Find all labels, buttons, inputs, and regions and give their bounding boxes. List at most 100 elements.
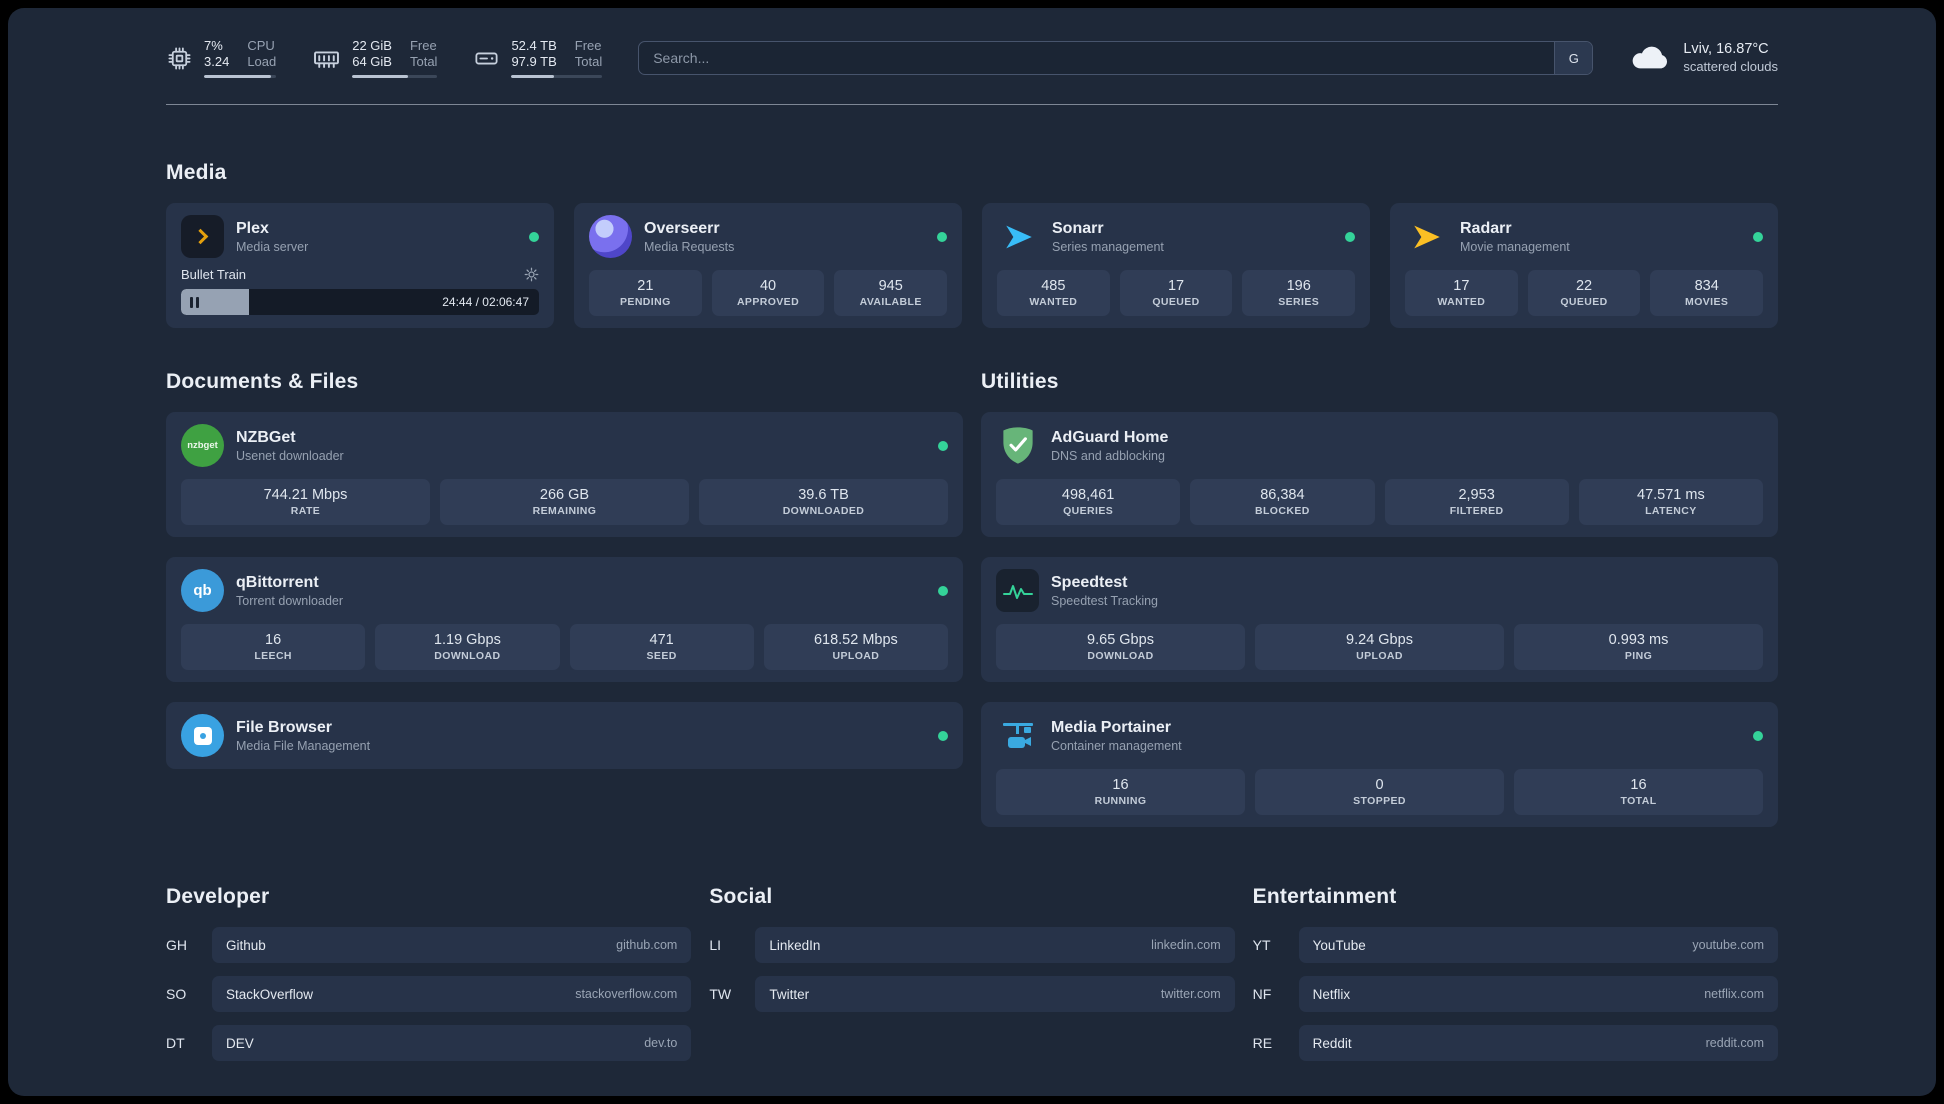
stat-tile: 22 QUEUED <box>1527 270 1641 316</box>
overseerr-stats: 21 PENDING 40 APPROVED 945 AVAILABLE <box>589 270 948 316</box>
stat-value: 945 <box>878 278 903 294</box>
stat-label: BLOCKED <box>1255 505 1310 517</box>
stat-label: UPLOAD <box>832 650 880 662</box>
bookmark-abbr: NF <box>1252 986 1272 1002</box>
developer-section-title: Developer <box>166 885 270 908</box>
bookmark-link-twitter[interactable]: Twitter twitter.com <box>755 976 1235 1012</box>
stat-value: 47.571 ms <box>1637 487 1705 503</box>
bookmark-row: YT YouTube youtube.com <box>1253 927 1778 963</box>
utilities-section-title: Utilities <box>981 370 1059 393</box>
bookmark-abbr: SO <box>166 986 187 1002</box>
search-engine-button[interactable]: G <box>1554 42 1593 74</box>
status-dot <box>938 730 948 741</box>
qbittorrent-card[interactable]: qb qBittorrent Torrent downloader 16 LEE… <box>166 557 963 682</box>
documents-cards: nzbget NZBGet Usenet downloader 744.21 M… <box>166 412 963 769</box>
portainer-icon <box>996 714 1039 757</box>
sonarr-card-header: Sonarr Series management <box>997 215 1355 258</box>
portainer-card[interactable]: Media Portainer Container management 16 … <box>981 702 1778 827</box>
radarr-card-header: Radarr Movie management <box>1405 215 1763 258</box>
bookmark-link-reddit[interactable]: Reddit reddit.com <box>1298 1025 1778 1061</box>
social-section-title: Social <box>709 885 773 908</box>
stat-label: APPROVED <box>736 296 800 308</box>
disk-values: 52.4 TB 97.9 TB <box>511 38 557 69</box>
weather-text: Lviv, 16.87°C scattered clouds <box>1683 40 1778 76</box>
sonarr-icon <box>997 215 1040 258</box>
bookmark-link-github[interactable]: Github github.com <box>212 927 692 963</box>
cpu-stat-body: 7% 3.24 CPU Load <box>204 38 277 78</box>
bookmark-link-netflix[interactable]: Netflix netflix.com <box>1298 976 1778 1012</box>
stat-tile: 0.993 ms PING <box>1514 624 1763 670</box>
sonarr-card[interactable]: Sonarr Series management 485 WANTED 17 Q… <box>982 203 1370 328</box>
bookmark-link-linkedin[interactable]: LinkedIn linkedin.com <box>755 927 1235 963</box>
overseerr-card[interactable]: Overseerr Media Requests 21 PENDING 40 A… <box>574 203 962 328</box>
pause-icon[interactable] <box>190 296 199 308</box>
middle-columns: Documents & Files nzbget NZBGet Usenet d… <box>166 370 1778 827</box>
stat-value: 266 GB <box>539 487 590 503</box>
stat-label: SERIES <box>1278 296 1320 308</box>
plex-card[interactable]: Plex Media server Bullet Train 24:44 / 0… <box>166 203 554 328</box>
portainer-stats: 16 RUNNING 0 STOPPED 16 TOTAL <box>996 769 1763 815</box>
stat-tile: 266 GB REMAINING <box>440 479 689 525</box>
stat-value: 22 <box>1575 278 1593 294</box>
cpu-values: 7% 3.24 <box>204 38 230 69</box>
bookmark-url: stackoverflow.com <box>575 987 678 1001</box>
stat-label: PENDING <box>620 296 671 308</box>
disk-labels: Free Total <box>574 38 603 69</box>
stat-tile: 485 WANTED <box>997 270 1110 316</box>
status-dot <box>937 231 947 242</box>
adguard-card[interactable]: AdGuard Home DNS and adblocking 498,461 … <box>981 412 1778 537</box>
gear-icon[interactable] <box>524 267 539 282</box>
weather-location: Lviv, 16.87°C <box>1683 41 1769 57</box>
search-input[interactable] <box>639 42 1555 74</box>
entertainment-bookmarks: Entertainment YT YouTube youtube.com NF … <box>1253 885 1778 1061</box>
stat-tile: 196 SERIES <box>1242 270 1356 316</box>
status-dot <box>1753 231 1763 242</box>
stat-tile: 47.571 ms LATENCY <box>1578 479 1763 525</box>
nzbget-icon: nzbget <box>181 424 224 467</box>
bookmarks-area: Developer GH Github github.com SO StackO… <box>166 885 1778 1061</box>
bookmark-abbr: DT <box>166 1035 185 1051</box>
app-name: Sonarr <box>1052 219 1104 237</box>
app-name: Speedtest <box>1051 573 1128 591</box>
app-description: Torrent downloader <box>236 593 344 608</box>
radarr-card[interactable]: Radarr Movie management 17 WANTED 22 QUE… <box>1390 203 1778 328</box>
bookmark-row: SO StackOverflow stackoverflow.com <box>166 976 692 1012</box>
bookmark-name: Reddit <box>1312 1035 1352 1051</box>
stat-label: RUNNING <box>1094 795 1147 807</box>
speedtest-card[interactable]: Speedtest Speedtest Tracking 9.65 Gbps D… <box>981 557 1778 682</box>
stat-label: TOTAL <box>1620 795 1657 807</box>
stat-value: 21 <box>637 278 654 294</box>
bookmark-name: YouTube <box>1312 937 1366 953</box>
app-description: DNS and adblocking <box>1051 448 1165 463</box>
stat-value: 196 <box>1286 278 1311 294</box>
stat-label: QUEUED <box>1560 296 1608 308</box>
documents-section: Documents & Files nzbget NZBGet Usenet d… <box>166 370 963 827</box>
stat-label: RATE <box>290 505 321 517</box>
app-description: Movie management <box>1460 239 1570 254</box>
bookmark-link-dev[interactable]: DEV dev.to <box>212 1025 692 1061</box>
sonarr-stats: 485 WANTED 17 QUEUED 196 SERIES <box>997 270 1356 316</box>
memory-labels: Free Total <box>409 38 438 69</box>
bookmark-row: LI LinkedIn linkedin.com <box>709 927 1235 963</box>
bookmark-link-youtube[interactable]: YouTube youtube.com <box>1298 927 1778 963</box>
cpu-progress-bar <box>204 75 277 78</box>
playback-progress-bar[interactable]: 24:44 / 02:06:47 <box>181 289 539 315</box>
status-dot <box>1345 231 1355 242</box>
bookmark-url: github.com <box>616 938 678 952</box>
status-dot <box>938 585 948 596</box>
nzbget-stats: 744.21 Mbps RATE 266 GB REMAINING 39.6 T… <box>181 479 948 525</box>
filebrowser-card[interactable]: File Browser Media File Management <box>166 702 963 769</box>
nzbget-card[interactable]: nzbget NZBGet Usenet downloader 744.21 M… <box>166 412 963 537</box>
bookmark-link-stackoverflow[interactable]: StackOverflow stackoverflow.com <box>212 976 692 1012</box>
status-dot <box>529 231 539 242</box>
media-section-title: Media <box>166 161 227 184</box>
qbittorrent-icon: qb <box>181 569 224 612</box>
status-dot <box>1753 730 1763 741</box>
radarr-stats: 17 WANTED 22 QUEUED 834 MOVIES <box>1405 270 1764 316</box>
stat-label: DOWNLOADED <box>782 505 865 517</box>
stat-value: 0.993 ms <box>1608 632 1669 648</box>
stat-value: 834 <box>1694 278 1719 294</box>
stat-tile: 744.21 Mbps RATE <box>181 479 430 525</box>
bookmark-name: StackOverflow <box>226 986 314 1002</box>
stat-label: REMAINING <box>532 505 597 517</box>
